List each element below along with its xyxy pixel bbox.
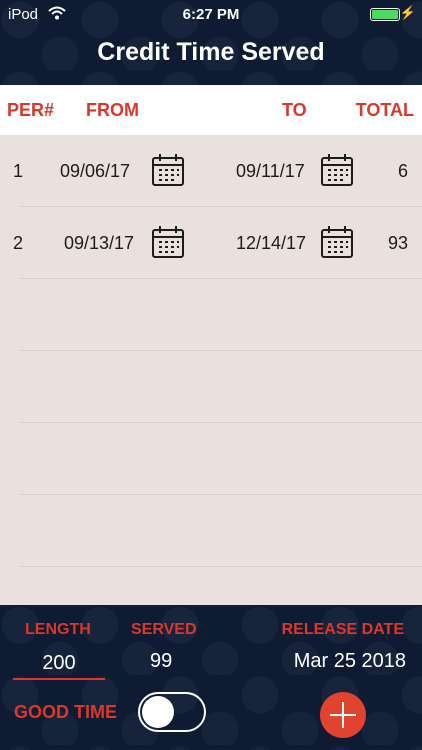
- good-time-toggle[interactable]: [138, 692, 206, 732]
- calendar-icon[interactable]: [320, 153, 354, 187]
- row-from-date[interactable]: 09/13/17: [64, 233, 134, 254]
- calendar-icon[interactable]: [151, 225, 185, 259]
- plus-icon: [342, 702, 344, 728]
- battery-icon: [370, 8, 400, 21]
- row-per: 2: [13, 233, 24, 253]
- length-label: LENGTH: [25, 621, 91, 638]
- charging-icon: ⚡: [399, 5, 416, 20]
- row-total: 93: [387, 233, 408, 253]
- table-row[interactable]: 1 09/06/17 09/11/17 6: [0, 135, 422, 207]
- row-from-date[interactable]: 09/06/17: [60, 161, 130, 182]
- empty-row: [0, 423, 422, 495]
- periods-table: 1 09/06/17 09/11/17 6 2 09/13/17 12/14/1…: [0, 135, 422, 605]
- column-header: PER# FROM TO TOTAL: [0, 85, 422, 135]
- empty-row: [0, 279, 422, 351]
- calendar-icon[interactable]: [151, 153, 185, 187]
- served-value: 99: [150, 650, 173, 672]
- row-to-date[interactable]: 12/14/17: [236, 233, 306, 254]
- good-time-label: GOOD TIME: [14, 702, 117, 722]
- row-to-date[interactable]: 09/11/17: [236, 161, 305, 182]
- calendar-icon[interactable]: [320, 225, 354, 259]
- release-date-label: RELEASE DATE: [281, 621, 404, 638]
- column-from: FROM: [86, 100, 139, 120]
- row-per: 1: [13, 161, 24, 181]
- column-total: TOTAL: [355, 100, 414, 120]
- status-time: 6:27 PM: [182, 6, 240, 23]
- table-row[interactable]: 2 09/13/17 12/14/17 93: [0, 207, 422, 279]
- page-title: Credit Time Served: [97, 38, 325, 66]
- length-input[interactable]: [13, 648, 105, 680]
- add-period-button[interactable]: [320, 692, 366, 738]
- row-divider: [20, 566, 422, 567]
- navigation-bar: iPod 6:27 PM ⚡ Credit Time Served: [0, 0, 422, 85]
- row-total: 6: [397, 161, 408, 181]
- status-bar: iPod 6:27 PM ⚡: [0, 0, 422, 28]
- toggle-knob: [142, 696, 174, 728]
- column-per: PER#: [7, 100, 55, 120]
- served-label: SERVED: [131, 621, 197, 638]
- empty-row: [0, 351, 422, 423]
- summary-panel: LENGTH SERVED RELEASE DATE 99 Mar 25 201…: [0, 605, 422, 750]
- release-date-value: Mar 25 2018: [293, 650, 406, 672]
- column-to: TO: [282, 100, 307, 120]
- empty-row: [0, 495, 422, 567]
